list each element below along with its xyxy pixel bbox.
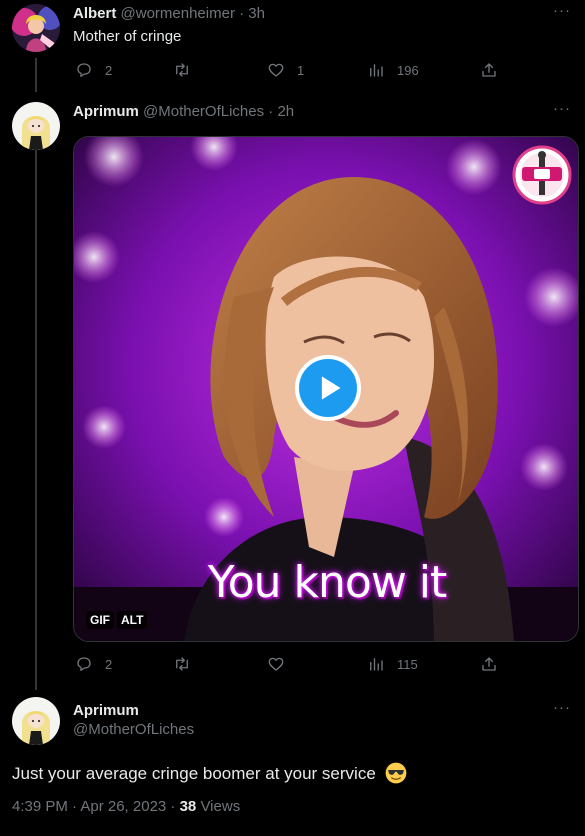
alt-badge[interactable]: ALT (117, 611, 148, 629)
more-options-icon[interactable]: ··· (551, 700, 573, 721)
tweet-text: Mother of cringe (73, 28, 182, 45)
tweet-header: Aprimum @MotherOfLiches · 2h (73, 102, 294, 122)
avatar-aprimum-image (12, 102, 60, 150)
play-icon (321, 376, 341, 400)
views-total: 38 (179, 798, 197, 815)
like-count: 1 (297, 62, 305, 78)
reply-icon (77, 63, 91, 78)
avatar[interactable] (12, 4, 60, 52)
views-button[interactable]: 115 (367, 654, 418, 674)
user-handle[interactable]: @wormenheimer (121, 5, 235, 22)
tweet-actions: 2 115 (73, 654, 503, 674)
separator-dot: · (239, 5, 245, 22)
tweet-timestamp[interactable]: 4:39 PM · Apr 26, 2023 · (12, 798, 180, 815)
tweet-time[interactable]: 2h (277, 103, 294, 120)
views-count: 115 (397, 656, 418, 672)
display-name[interactable]: Albert (73, 5, 116, 22)
retweet-icon (176, 657, 188, 671)
separator-dot: · (268, 103, 274, 120)
gif-media[interactable]: You know it GIF ALT (73, 136, 579, 642)
avatar[interactable] (12, 697, 60, 745)
share-icon (482, 657, 496, 671)
more-options-icon[interactable]: ··· (551, 101, 573, 122)
like-button[interactable] (267, 654, 297, 674)
retweet-button[interactable] (173, 654, 203, 674)
tweet-timestamp-row: 4:39 PM · Apr 26, 2023 · 38 Views (12, 797, 240, 817)
tweet-actions: 2 1 196 (73, 60, 503, 80)
tweet-text-body: Just your average cringe boomer at your … (12, 764, 376, 783)
views-count: 196 (397, 62, 419, 78)
views-icon (370, 658, 383, 671)
gif-badge: GIF (86, 611, 114, 629)
tweet-header: Albert @wormenheimer · 3h (73, 4, 265, 24)
avatar-albert-image (12, 4, 60, 52)
views-label: Views (196, 798, 241, 815)
share-icon (482, 63, 496, 77)
heart-icon (268, 657, 284, 671)
tweet-text: Just your average cringe boomer at your … (12, 762, 407, 785)
avatar-aprimum-image (12, 697, 60, 745)
tweet-albert[interactable]: Albert @wormenheimer · 3h ··· Mother of … (0, 0, 585, 92)
views-icon (370, 64, 383, 77)
reply-count: 2 (105, 656, 113, 672)
sunglasses-emoji-icon (385, 762, 406, 784)
share-button[interactable] (480, 654, 498, 674)
reply-button[interactable]: 2 (75, 60, 112, 80)
share-button[interactable] (480, 60, 498, 80)
avatar[interactable] (12, 102, 60, 150)
display-name[interactable]: Aprimum (73, 103, 139, 120)
views-button[interactable]: 196 (367, 60, 419, 80)
retweet-icon (176, 63, 188, 77)
heart-icon (268, 63, 284, 77)
display-name[interactable]: Aprimum (73, 701, 139, 721)
user-handle[interactable]: @MotherOfLiches (73, 720, 194, 740)
gif-caption: You know it (207, 557, 448, 608)
more-options-icon[interactable]: ··· (551, 3, 573, 24)
reply-count: 2 (105, 62, 113, 78)
show-logo-icon (512, 145, 572, 205)
reply-button[interactable]: 2 (75, 654, 112, 674)
retweet-button[interactable] (173, 60, 203, 80)
reply-icon (77, 657, 91, 672)
user-handle[interactable]: @MotherOfLiches (143, 103, 264, 120)
tweet-time[interactable]: 3h (248, 5, 265, 22)
like-button[interactable]: 1 (267, 60, 304, 80)
play-button[interactable] (295, 355, 361, 421)
